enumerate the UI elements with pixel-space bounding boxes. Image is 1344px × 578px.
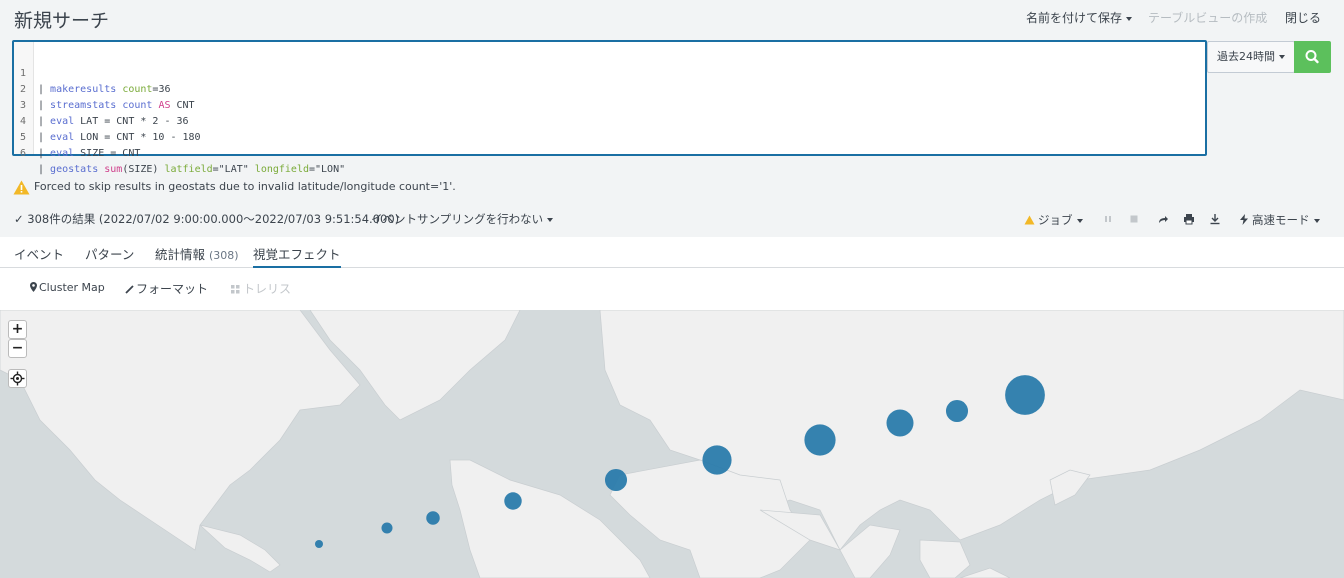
grid-icon xyxy=(231,285,240,294)
chevron-down-icon xyxy=(1126,16,1133,21)
tab-visualization[interactable]: 視覚エフェクト xyxy=(253,244,341,268)
warning-icon xyxy=(1024,215,1035,225)
close-button[interactable]: 閉じる xyxy=(1285,9,1321,26)
editor-line: 1 | makeresults count=36 xyxy=(20,68,171,95)
chevron-down-icon xyxy=(1313,218,1320,223)
warning-icon xyxy=(13,180,30,194)
map-marker[interactable] xyxy=(886,409,914,437)
pencil-icon xyxy=(125,285,134,294)
chevron-down-icon xyxy=(1279,55,1285,59)
search-mode-label: 高速モード xyxy=(1252,213,1310,227)
locate-button[interactable] xyxy=(8,369,27,388)
zoom-out-button[interactable]: − xyxy=(8,339,27,358)
event-sampling-dropdown[interactable]: イベントサンプリングを行わない xyxy=(371,211,554,227)
warning-message: Forced to skip results in geostats due t… xyxy=(13,178,456,196)
map-pin-icon xyxy=(30,282,37,292)
map-marker[interactable] xyxy=(804,424,836,456)
result-tabs: イベント パターン 統計情報 (308) 視覚エフェクト xyxy=(0,237,1344,268)
event-sampling-label: イベントサンプリングを行わない xyxy=(371,212,544,226)
tab-statistics[interactable]: 統計情報 (308) xyxy=(155,244,239,263)
search-editor[interactable]: 1 | makeresults count=36 2 | streamstats… xyxy=(12,40,1207,175)
stop-icon[interactable] xyxy=(1129,214,1139,224)
editor-line: 4 | eval LON = CNT * 10 - 180 xyxy=(20,116,201,143)
world-map xyxy=(0,310,1344,578)
map-marker[interactable] xyxy=(1005,375,1045,415)
create-table-view-button[interactable]: テーブルビューの作成 xyxy=(1148,9,1267,26)
crosshair-icon xyxy=(10,371,25,386)
map-marker[interactable] xyxy=(945,399,969,423)
zoom-in-button[interactable]: + xyxy=(8,320,27,339)
map-marker[interactable] xyxy=(604,468,628,492)
map-marker[interactable] xyxy=(504,492,522,510)
tab-events[interactable]: イベント xyxy=(14,244,64,263)
share-icon[interactable] xyxy=(1157,214,1169,224)
format-button[interactable]: フォーマット xyxy=(125,280,208,297)
job-menu[interactable]: ジョブ xyxy=(1024,212,1083,228)
map-marker[interactable] xyxy=(426,511,440,525)
save-as-label: 名前を付けて保存 xyxy=(1026,11,1123,25)
page-title: 新規サーチ xyxy=(14,10,110,32)
chevron-down-icon xyxy=(1076,218,1083,223)
editor-line: 6 | geostats sum(SIZE) latfield="LAT" lo… xyxy=(20,148,346,175)
editor-line: 2 | streamstats count AS CNT xyxy=(20,84,195,111)
tab-patterns[interactable]: パターン xyxy=(85,244,134,263)
editor-line: 5 | eval SIZE = CNT xyxy=(20,132,141,159)
warning-text: Forced to skip results in geostats due t… xyxy=(34,180,456,193)
search-button[interactable] xyxy=(1294,41,1331,73)
save-as-menu[interactable]: 名前を付けて保存 xyxy=(1026,9,1133,26)
land-masses xyxy=(0,310,1344,578)
time-range-label: 過去24時間 xyxy=(1217,50,1275,63)
visualization-type-picker[interactable]: Cluster Map xyxy=(30,281,105,294)
visualization-toolbar: Cluster Map フォーマット トレリス xyxy=(0,268,1344,310)
time-range-picker[interactable]: 過去24時間 xyxy=(1207,41,1295,73)
lightning-icon xyxy=(1240,214,1248,225)
chevron-down-icon xyxy=(547,217,554,222)
pause-icon[interactable] xyxy=(1103,214,1113,224)
export-icon[interactable] xyxy=(1209,213,1221,225)
map-marker[interactable] xyxy=(702,445,732,475)
job-label: ジョブ xyxy=(1038,213,1073,227)
map-marker[interactable] xyxy=(315,540,323,548)
cluster-map[interactable]: + − xyxy=(0,310,1344,578)
trellis-button[interactable]: トレリス xyxy=(231,280,291,297)
print-icon[interactable] xyxy=(1183,213,1195,225)
search-icon xyxy=(1305,50,1319,64)
search-mode-menu[interactable]: 高速モード xyxy=(1240,212,1320,228)
editor-line: 3 | eval LAT = CNT * 2 - 36 xyxy=(20,100,189,127)
map-marker[interactable] xyxy=(381,522,393,534)
results-summary: ✓ 308件の結果 (2022/07/02 9:00:00.000～2022/0… xyxy=(14,212,400,226)
